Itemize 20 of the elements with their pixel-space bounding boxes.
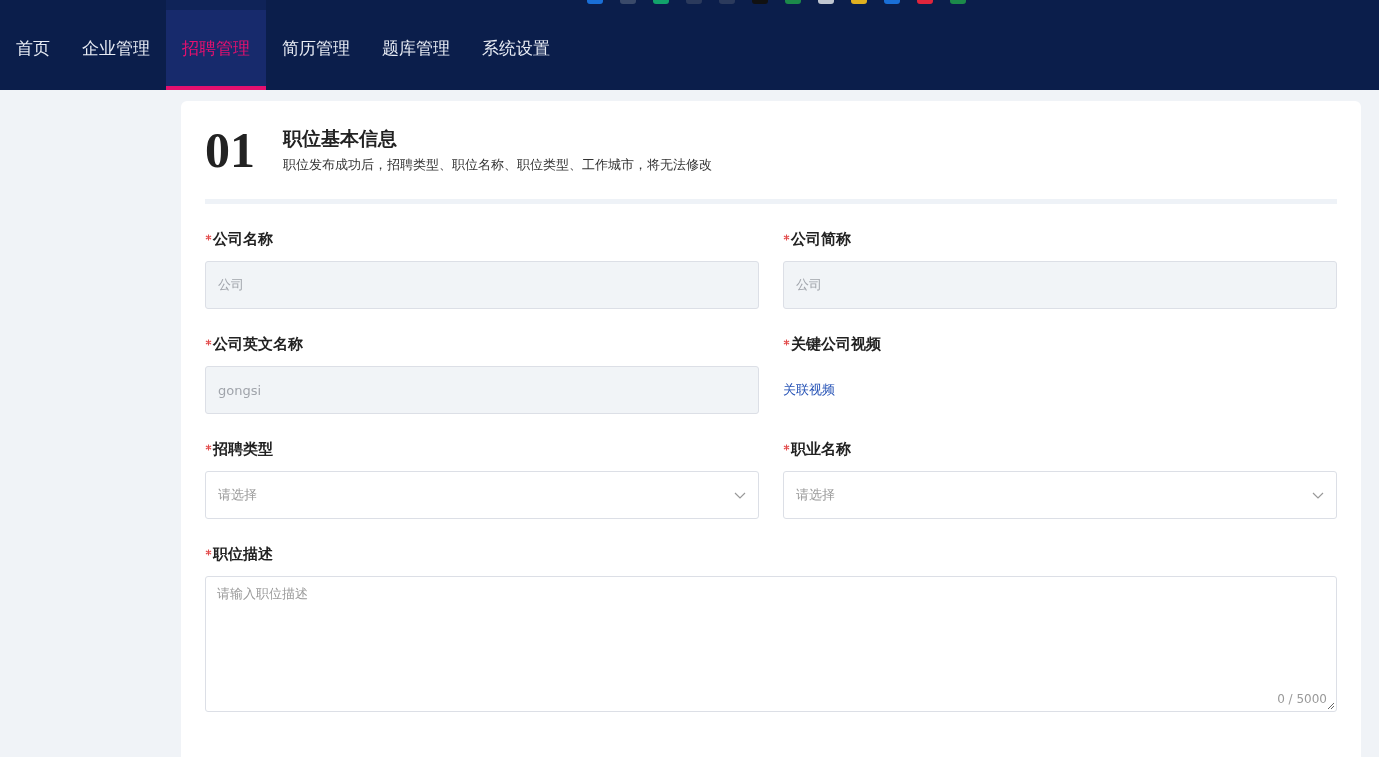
nav-tab[interactable]: 简历管理	[266, 0, 366, 90]
field-label: 职业名称	[791, 440, 851, 459]
section-title: 职位基本信息	[283, 126, 398, 151]
field-label: 招聘类型	[213, 440, 273, 459]
section-subtitle: 职位发布成功后，招聘类型、职位名称、职位类型、工作城市，将无法修改	[283, 156, 712, 174]
chevron-down-icon	[734, 491, 746, 499]
section-number: 01	[205, 125, 255, 175]
link[interactable]: 关联视频	[783, 381, 835, 399]
field-label: 公司简称	[791, 230, 851, 249]
nav-tab[interactable]: 题库管理	[366, 0, 466, 90]
nav-tab[interactable]: 企业管理	[66, 0, 166, 90]
field-label: 公司英文名称	[213, 335, 303, 354]
field-label: 关键公司视频	[791, 335, 881, 354]
character-counter: 0 / 5000	[1277, 692, 1327, 706]
nav-tab[interactable]: 系统设置	[466, 0, 566, 90]
nav-tab[interactable]: 首页	[0, 0, 66, 90]
field-label: 公司名称	[213, 230, 273, 249]
resize-handle-icon[interactable]	[1327, 702, 1335, 710]
chevron-down-icon	[1312, 491, 1324, 499]
field-label: 职位描述	[213, 545, 273, 564]
